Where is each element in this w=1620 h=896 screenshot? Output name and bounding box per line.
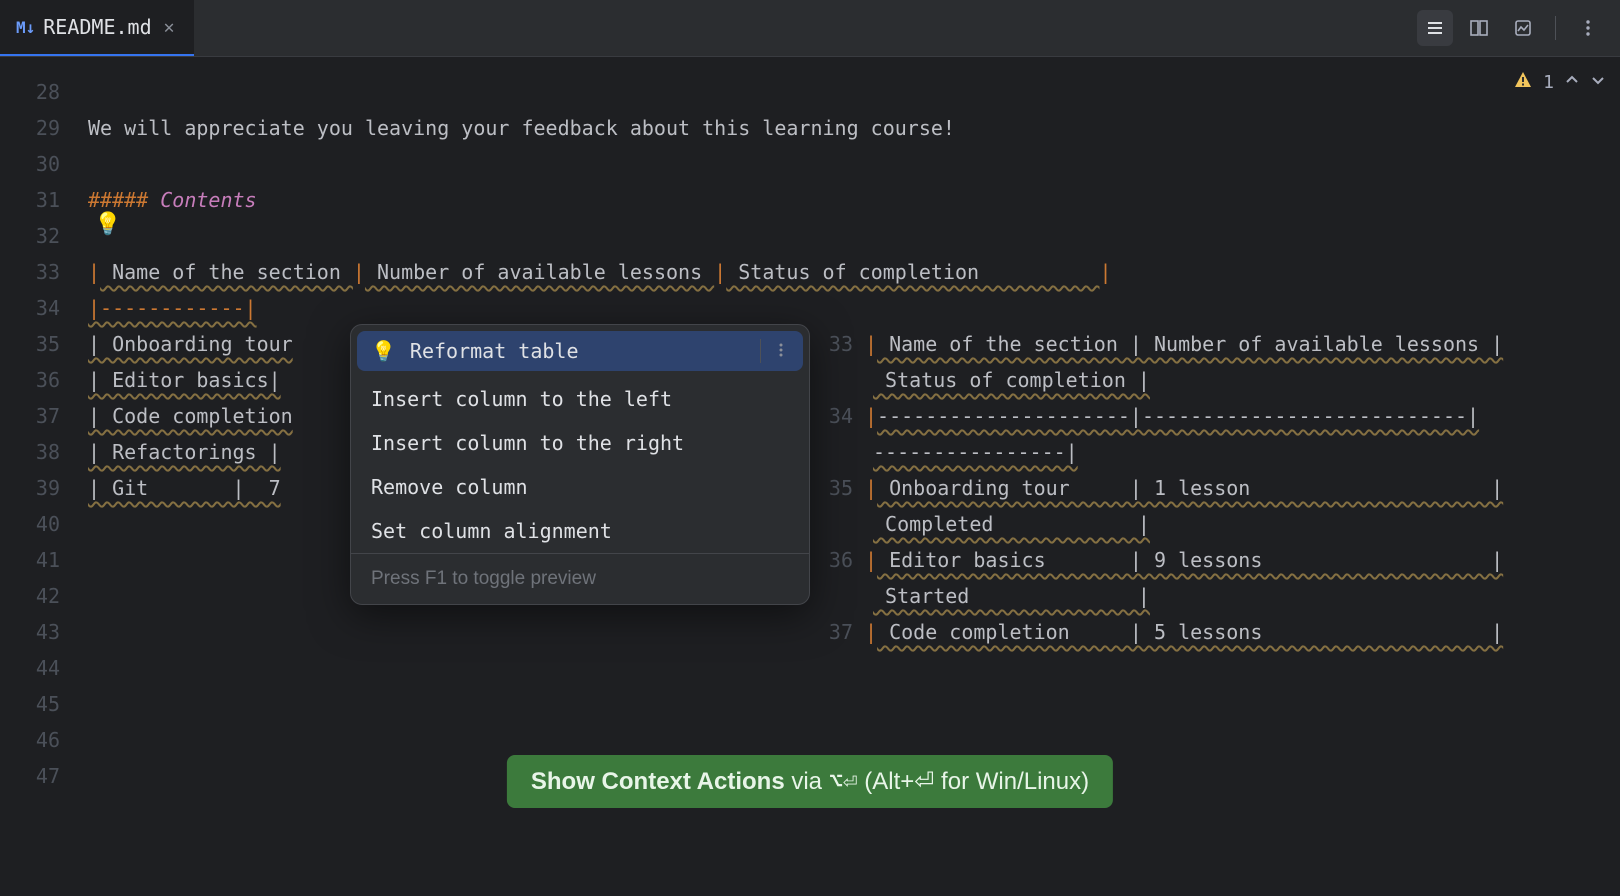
menu-item-reformat-table[interactable]: 💡 Reformat table: [357, 331, 803, 371]
line-number: 36: [0, 362, 88, 398]
preview-line: Status of completion |: [815, 362, 1615, 398]
preview-view-button[interactable]: [1505, 10, 1541, 46]
line-number: 37: [0, 398, 88, 434]
intention-menu: 💡 Reformat table Insert column to the le…: [350, 324, 810, 605]
line-number: 29: [0, 110, 88, 146]
kebab-icon: [1578, 18, 1598, 38]
menu-item-label: Remove column: [371, 475, 528, 499]
menu-item-label: Reformat table: [410, 339, 579, 363]
shortcut-mac: ⌥⏎: [829, 767, 858, 795]
line-number: 47: [0, 758, 88, 794]
code-line: [88, 146, 1620, 182]
menu-item-insert-column-left[interactable]: Insert column to the left: [351, 377, 809, 421]
line-number: 34: [0, 290, 88, 326]
menu-item-remove-column[interactable]: Remove column: [351, 465, 809, 509]
bulb-icon: 💡: [371, 339, 396, 363]
preview-line: 36| Editor basics | 9 lessons |: [815, 542, 1615, 578]
preview-icon: [1513, 18, 1533, 38]
line-number: 41: [0, 542, 88, 578]
menu-item-more-icon[interactable]: [760, 339, 789, 363]
preview-line: Completed |: [815, 506, 1615, 542]
tip-action-name: Show Context Actions: [531, 768, 785, 795]
close-tab-icon[interactable]: ✕: [160, 13, 179, 42]
preview-line: 34|---------------------|---------------…: [815, 398, 1615, 434]
line-number: 39: [0, 470, 88, 506]
code-line: [88, 686, 1620, 722]
line-number: 40: [0, 506, 88, 542]
menu-item-insert-column-right[interactable]: Insert column to the right: [351, 421, 809, 465]
code-line: [88, 650, 1620, 686]
menu-item-label: Insert column to the left: [371, 387, 672, 411]
preview-line: 33| Name of the section | Number of avai…: [815, 326, 1615, 362]
tab-toolbar: [1417, 10, 1620, 46]
line-number: 46: [0, 722, 88, 758]
preview-line: 37| Code completion | 5 lessons |: [815, 614, 1615, 650]
line-number: 43: [0, 614, 88, 650]
line-number: 28: [0, 74, 88, 110]
line-number: 35: [0, 326, 88, 362]
code-line: We will appreciate you leaving your feed…: [88, 110, 1620, 146]
menu-item-set-column-alignment[interactable]: Set column alignment: [351, 509, 809, 553]
line-number: 44: [0, 650, 88, 686]
code-line: [88, 722, 1620, 758]
menu-item-label: Insert column to the right: [371, 431, 684, 455]
line-number: 45: [0, 686, 88, 722]
preview-line: ----------------|: [815, 434, 1615, 470]
tip-banner: Show Context Actions via ⌥⏎ (Alt+⏎ for W…: [507, 755, 1113, 808]
editor-tab[interactable]: M↓ README.md ✕: [0, 0, 194, 56]
line-number: 42: [0, 578, 88, 614]
line-number: 31: [0, 182, 88, 218]
line-number: 33: [0, 254, 88, 290]
code-line: | Name of the section | Number of availa…: [88, 254, 1620, 290]
split-view-icon: [1469, 18, 1489, 38]
editor-view-icon: [1425, 18, 1445, 38]
code-line: ##### Contents: [88, 182, 1620, 218]
code-line: [88, 74, 1620, 110]
preview-line: 35| Onboarding tour | 1 lesson |: [815, 470, 1615, 506]
line-number: 32: [0, 218, 88, 254]
menu-item-label: Set column alignment: [371, 519, 612, 543]
markdown-file-icon: M↓: [16, 18, 35, 37]
line-number: 38: [0, 434, 88, 470]
tab-filename: README.md: [43, 15, 151, 39]
code-line: |------------|: [88, 290, 1620, 326]
gutter: 2829303132333435363738394041424344454647: [0, 62, 88, 896]
toolbar-divider: [1555, 16, 1556, 40]
tab-more-button[interactable]: [1570, 10, 1606, 46]
tab-bar: M↓ README.md ✕: [0, 0, 1620, 57]
code-line: [88, 218, 1620, 254]
editor-only-view-button[interactable]: [1417, 10, 1453, 46]
menu-hint: Press F1 to toggle preview: [351, 553, 809, 604]
split-view-button[interactable]: [1461, 10, 1497, 46]
reformat-preview: 33| Name of the section | Number of avai…: [815, 326, 1615, 650]
line-number: 30: [0, 146, 88, 182]
preview-line: Started |: [815, 578, 1615, 614]
intention-bulb-icon[interactable]: 💡: [94, 212, 121, 237]
